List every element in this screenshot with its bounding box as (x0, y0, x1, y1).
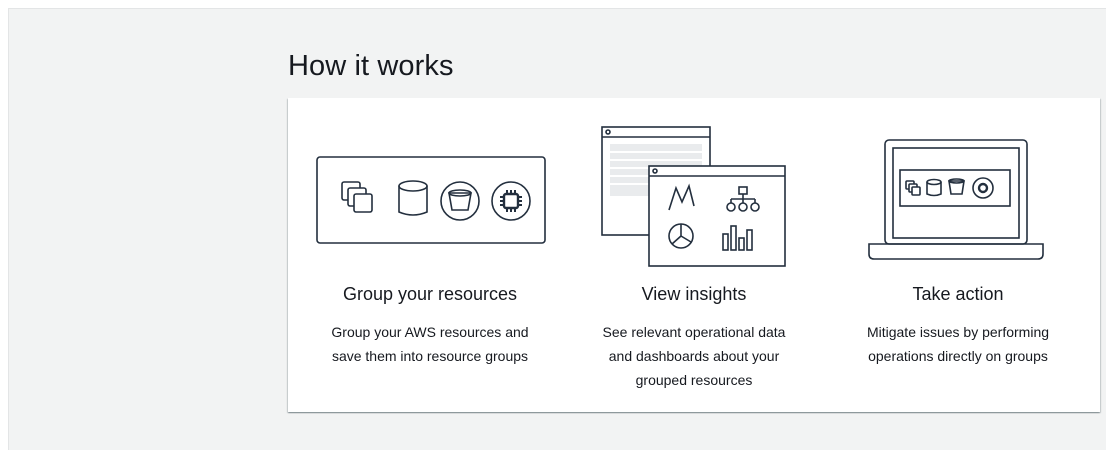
step-description-line: grouped resources (635, 372, 753, 388)
step-description: Mitigate issues by performing operations… (823, 320, 1093, 368)
step-view-insights: View insights See relevant operational d… (559, 98, 829, 412)
insights-dashboard-illustration-icon (601, 126, 786, 267)
section-title: How it works (288, 50, 454, 82)
step-description-line: Mitigate issues by performing (866, 324, 1050, 340)
step-description: See relevant operational data and dashbo… (559, 320, 829, 392)
step-title: Take action (912, 284, 1004, 304)
step-description-line: and dashboards about your (608, 348, 780, 364)
resource-group-illustration-icon (316, 156, 546, 244)
step-take-action: Take action Mitigate issues by performin… (823, 98, 1093, 412)
step-description-line: operations directly on groups (868, 348, 1048, 364)
step-description: Group your AWS resources and save them i… (295, 320, 565, 368)
how-it-works-card: Group your resources Group your AWS reso… (288, 98, 1100, 412)
step-description-line: See relevant operational data (602, 324, 786, 340)
step-group-resources: Group your resources Group your AWS reso… (295, 98, 565, 412)
step-title: Group your resources (342, 284, 518, 304)
step-title: View insights (641, 284, 747, 304)
laptop-action-illustration-icon (868, 139, 1044, 260)
step-description-line: Group your AWS resources and (331, 324, 529, 340)
step-description-line: save them into resource groups (331, 348, 529, 364)
